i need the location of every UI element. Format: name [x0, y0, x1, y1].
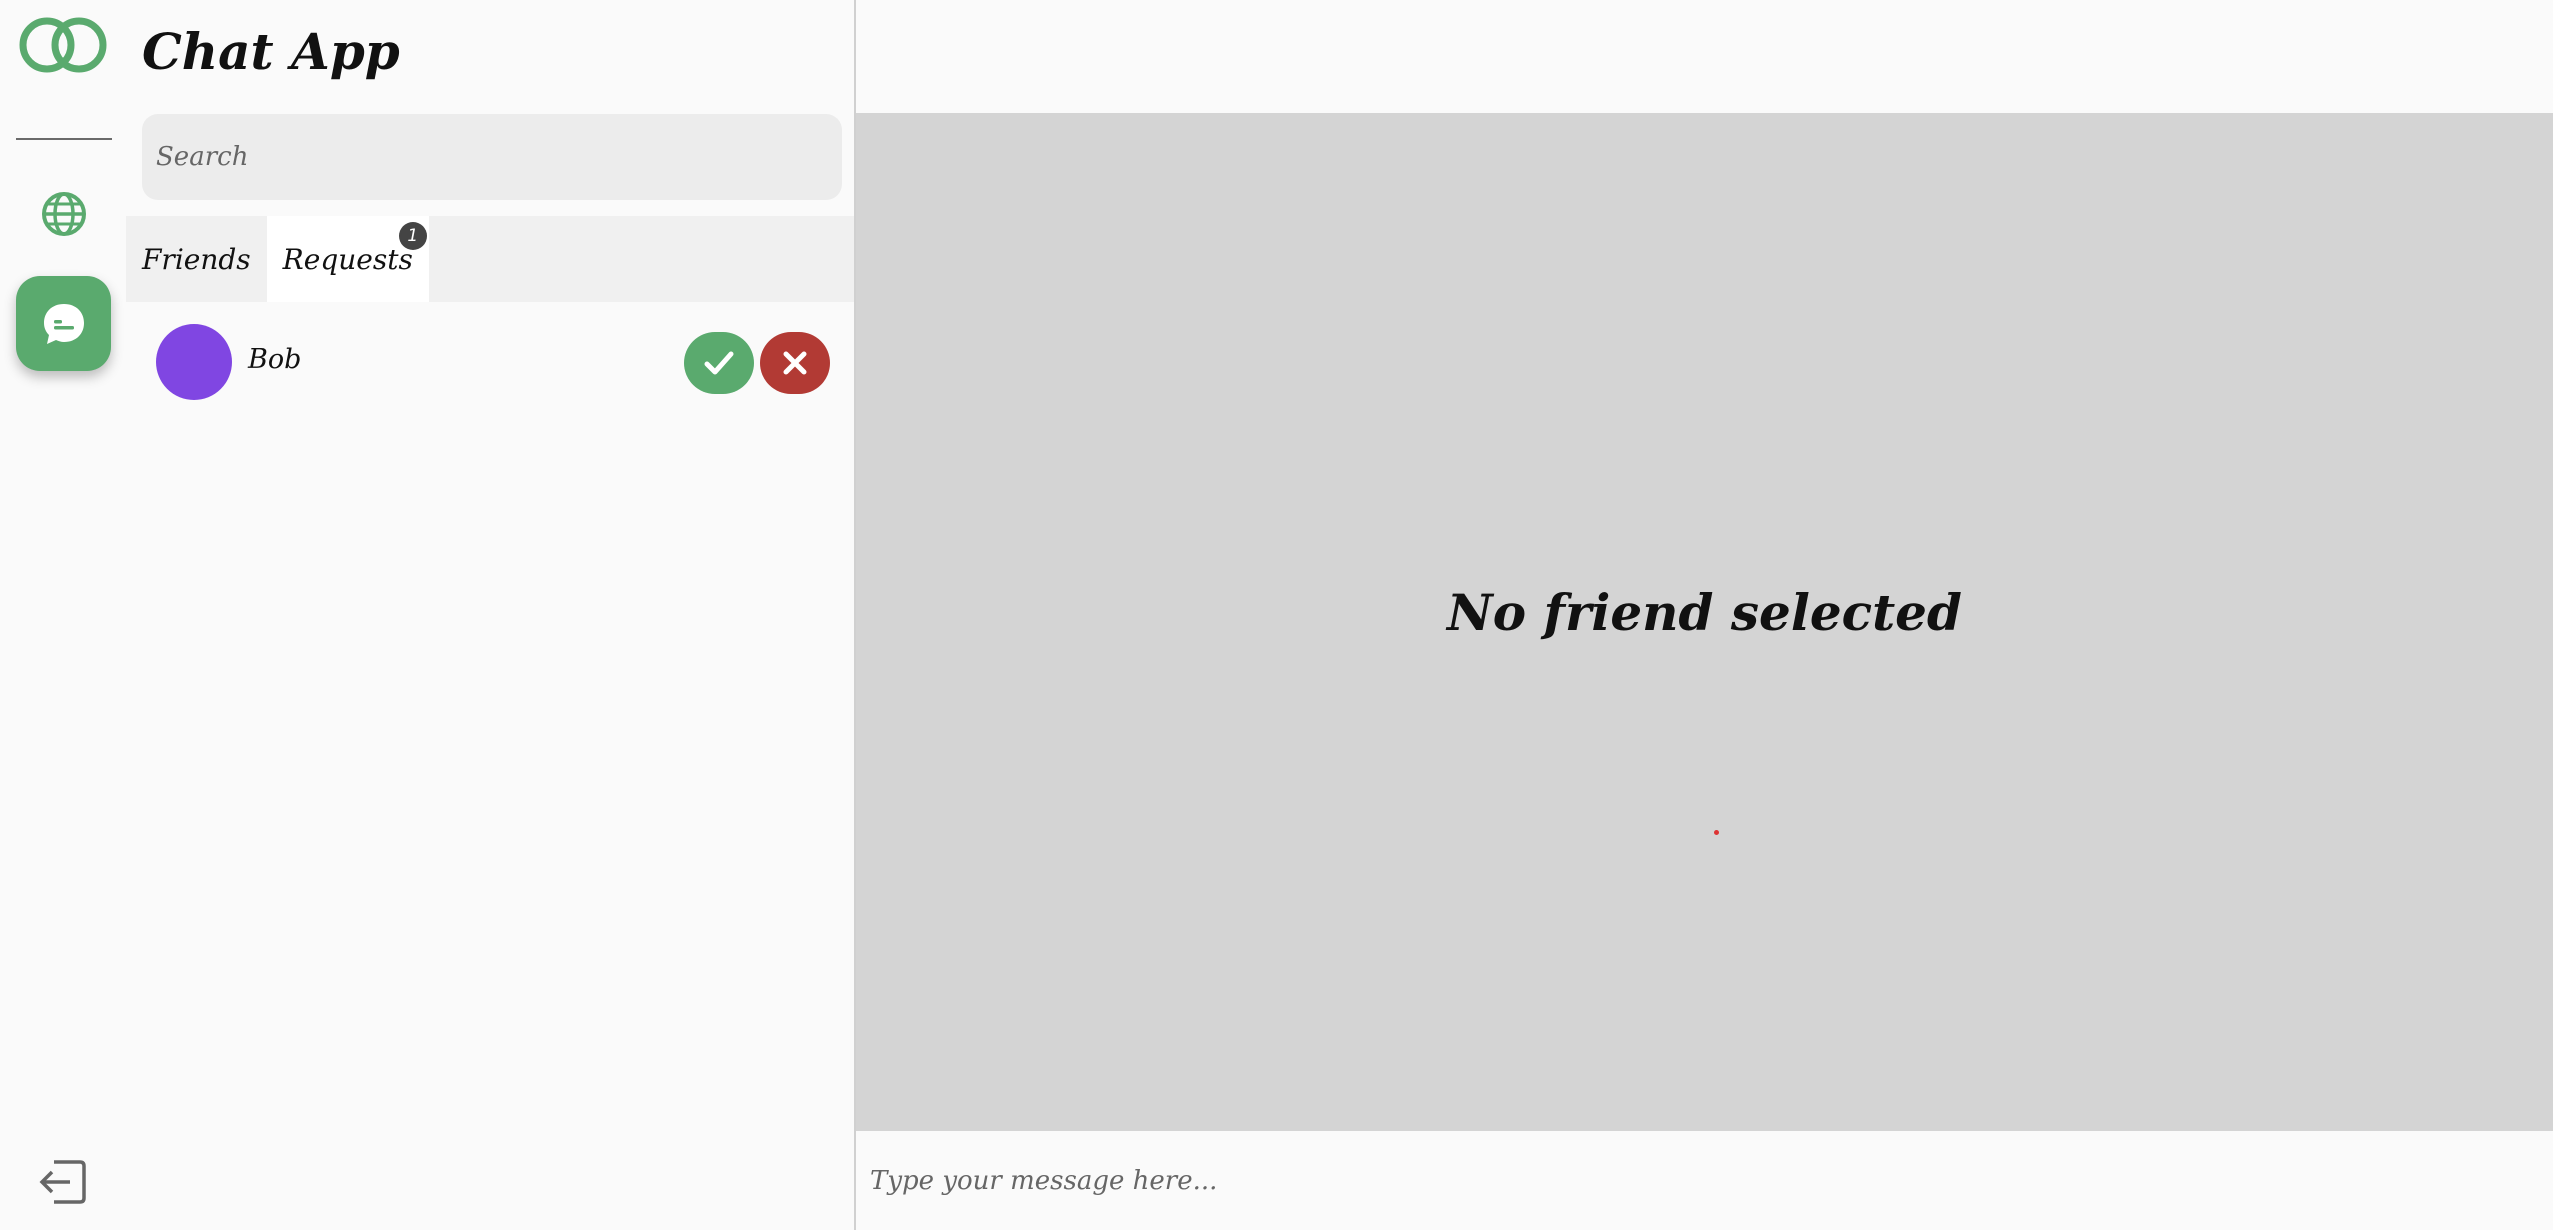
rings-logo-icon	[19, 17, 107, 73]
app-title: Chat App	[142, 22, 400, 81]
chat-area: No friend selected	[856, 0, 2553, 1230]
avatar	[156, 324, 232, 400]
logout-icon[interactable]	[36, 1156, 88, 1208]
globe-icon[interactable]	[40, 190, 88, 238]
search-input[interactable]	[142, 114, 842, 200]
empty-state-text: No friend selected	[1447, 583, 1962, 642]
tab-requests[interactable]: Requests 1	[266, 216, 429, 302]
tab-requests-label: Requests	[282, 242, 413, 276]
app-root: Chat App Friends Requests 1 Bob	[0, 0, 2553, 1230]
chat-bubble-icon	[43, 303, 84, 344]
chat-button[interactable]	[16, 276, 111, 371]
chat-header	[856, 0, 2553, 113]
tab-friends-label: Friends	[142, 242, 251, 276]
indicator-dot	[1714, 830, 1719, 835]
icon-rail	[0, 0, 126, 1230]
message-input[interactable]	[856, 1131, 2553, 1230]
reject-request-button[interactable]	[760, 332, 830, 394]
chat-messages: No friend selected	[856, 113, 2553, 1131]
friends-panel: Chat App Friends Requests 1 Bob	[126, 0, 856, 1230]
list-item[interactable]: Bob	[126, 318, 854, 408]
check-icon	[704, 351, 734, 375]
tab-bar: Friends Requests 1	[126, 216, 854, 302]
message-composer	[856, 1131, 2553, 1230]
rail-divider	[16, 138, 112, 140]
request-name: Bob	[248, 344, 302, 375]
x-icon	[783, 351, 807, 375]
requests-count-badge: 1	[398, 222, 427, 250]
accept-request-button[interactable]	[684, 332, 754, 394]
tab-friends[interactable]: Friends	[126, 216, 267, 302]
